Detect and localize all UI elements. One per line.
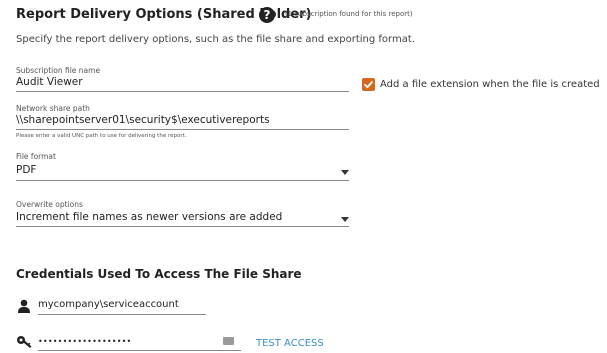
key-icon	[16, 334, 32, 348]
chevron-down-icon[interactable]	[341, 217, 349, 222]
overwrite-select[interactable]: Increment file names as newer versions a…	[16, 211, 282, 223]
overwrite-label: Overwrite options	[16, 200, 83, 209]
keyboard-icon[interactable]	[223, 337, 234, 345]
password-underline	[38, 350, 241, 351]
help-circle-icon[interactable]: ?	[259, 7, 275, 23]
test-access-button[interactable]: TEST ACCESS	[256, 338, 324, 349]
overwrite-underline	[16, 226, 349, 227]
credentials-title: Credentials Used To Access The File Shar…	[16, 267, 302, 281]
network-path-input[interactable]: \\sharepointserver01\security$\executive…	[16, 114, 270, 126]
subscription-count: (1 subscription found for this report)	[285, 10, 413, 18]
add-extension-label: Add a file extension when the file is cr…	[380, 79, 600, 90]
add-extension-checkbox[interactable]	[362, 78, 375, 91]
password-input[interactable]: •••••••••••••••••••	[38, 337, 131, 346]
check-icon	[364, 81, 373, 89]
username-input[interactable]: mycompany\serviceaccount	[38, 299, 179, 310]
network-path-underline	[16, 129, 349, 130]
file-name-input[interactable]: Audit Viewer	[16, 76, 83, 88]
page-description: Specify the report delivery options, suc…	[16, 34, 415, 45]
file-format-select[interactable]: PDF	[16, 164, 36, 176]
user-icon	[17, 298, 31, 313]
chevron-down-icon[interactable]	[341, 170, 349, 175]
file-name-label: Subscription file name	[16, 66, 101, 75]
file-format-label: File format	[16, 152, 56, 161]
file-name-underline	[16, 91, 349, 92]
file-format-underline	[16, 180, 349, 181]
network-path-hint: Please enter a valid UNC path to use for…	[16, 133, 187, 139]
network-path-label: Network share path	[16, 104, 90, 113]
username-underline	[38, 314, 206, 315]
